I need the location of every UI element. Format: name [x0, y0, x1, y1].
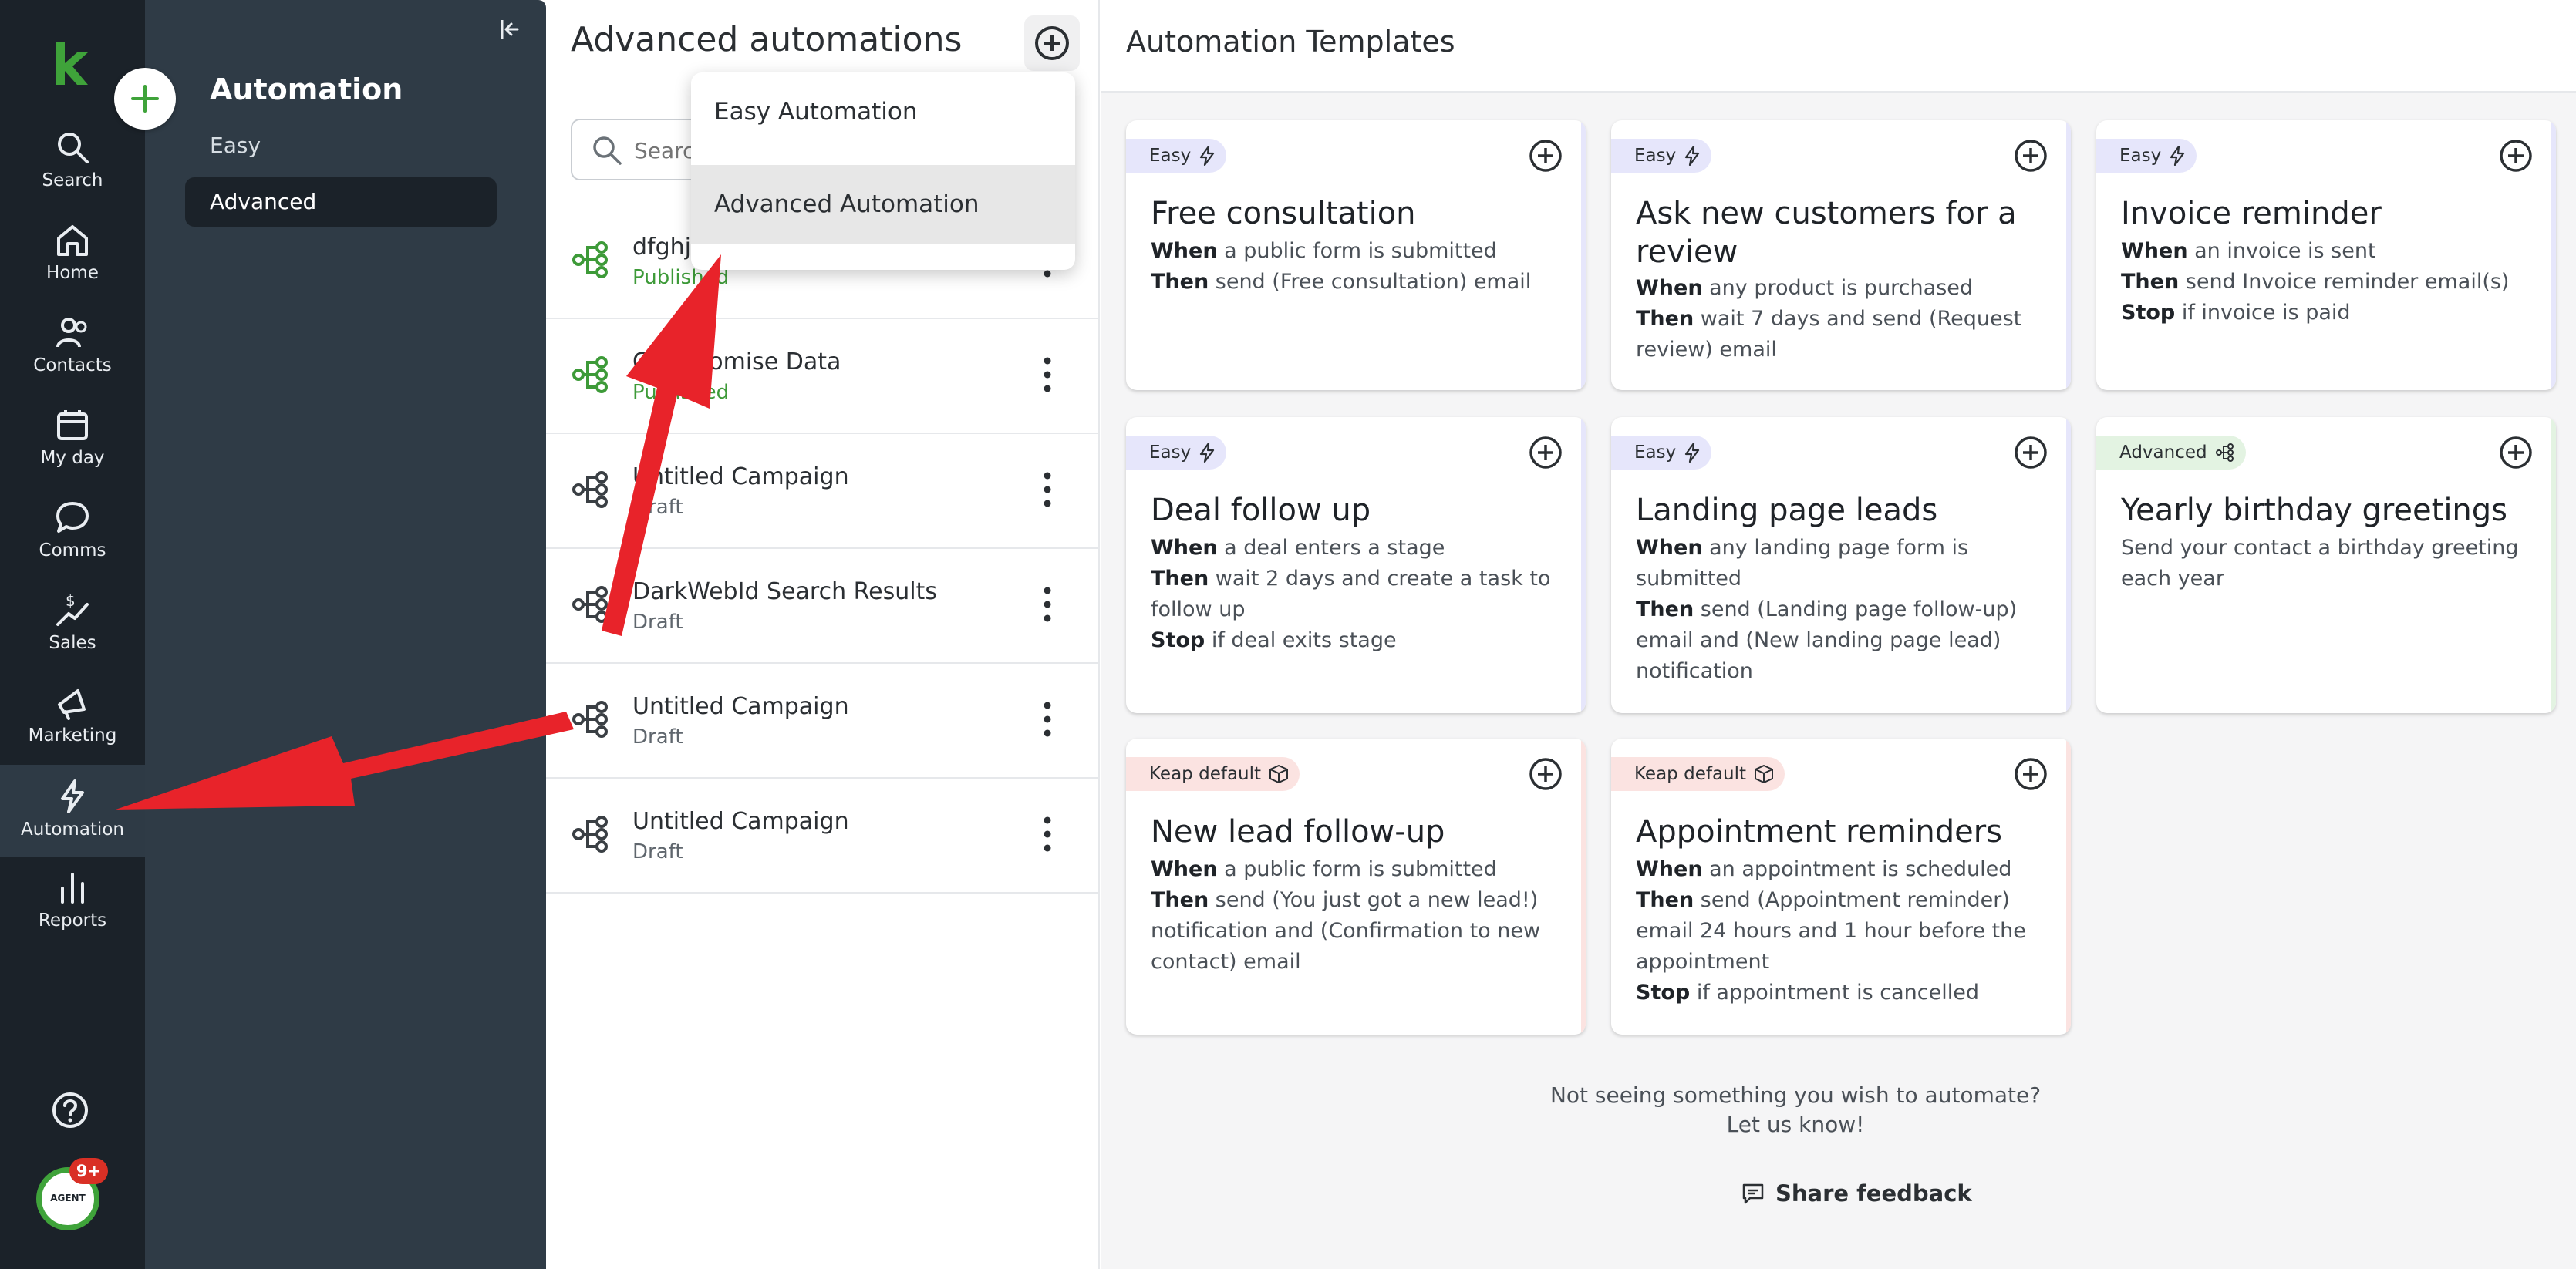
annotation-arrow — [602, 254, 721, 636]
annotation-arrows — [116, 254, 721, 810]
annotation-arrow — [116, 712, 574, 810]
